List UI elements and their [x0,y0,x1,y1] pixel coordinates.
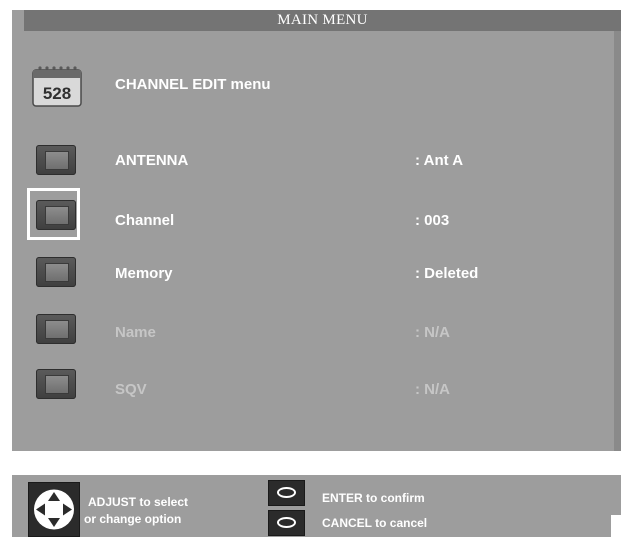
name-row-icon [36,314,76,344]
channel-row-icon [36,200,76,230]
menu-item-antenna[interactable]: ANTENNA [115,152,188,169]
sqv-row-icon [36,369,76,399]
calendar-icon-text: 528 [43,84,71,103]
adjust-hint-line2: or change option [84,512,182,526]
memory-row-icon [36,257,76,287]
menu-title: MAIN MENU [24,10,621,31]
menu-item-name: Name [115,324,156,341]
calendar-icon: 528 [32,66,82,107]
antenna-row-icon [36,145,76,175]
sqv-value: : N/A [415,381,450,398]
enter-button-icon [268,480,305,506]
cancel-button-icon [268,510,305,536]
menu-item-sqv: SQV [115,381,147,398]
menu-panel [12,10,621,451]
menu-item-memory[interactable]: Memory [115,265,173,282]
cancel-hint: CANCEL to cancel [322,516,428,530]
memory-value[interactable]: : Deleted [415,265,478,282]
menu-item-channel[interactable]: Channel [115,212,174,229]
channel-value[interactable]: : 003 [415,212,449,229]
dpad-icon [28,482,80,537]
enter-hint: ENTER to confirm [322,491,425,505]
name-value: : N/A [415,324,450,341]
antenna-value[interactable]: : Ant A [415,152,463,169]
adjust-hint-line1: ADJUST to select [88,495,189,509]
page-title: CHANNEL EDIT menu [115,76,271,93]
footer-bar-edge [611,475,621,515]
panel-shadow [614,31,621,451]
